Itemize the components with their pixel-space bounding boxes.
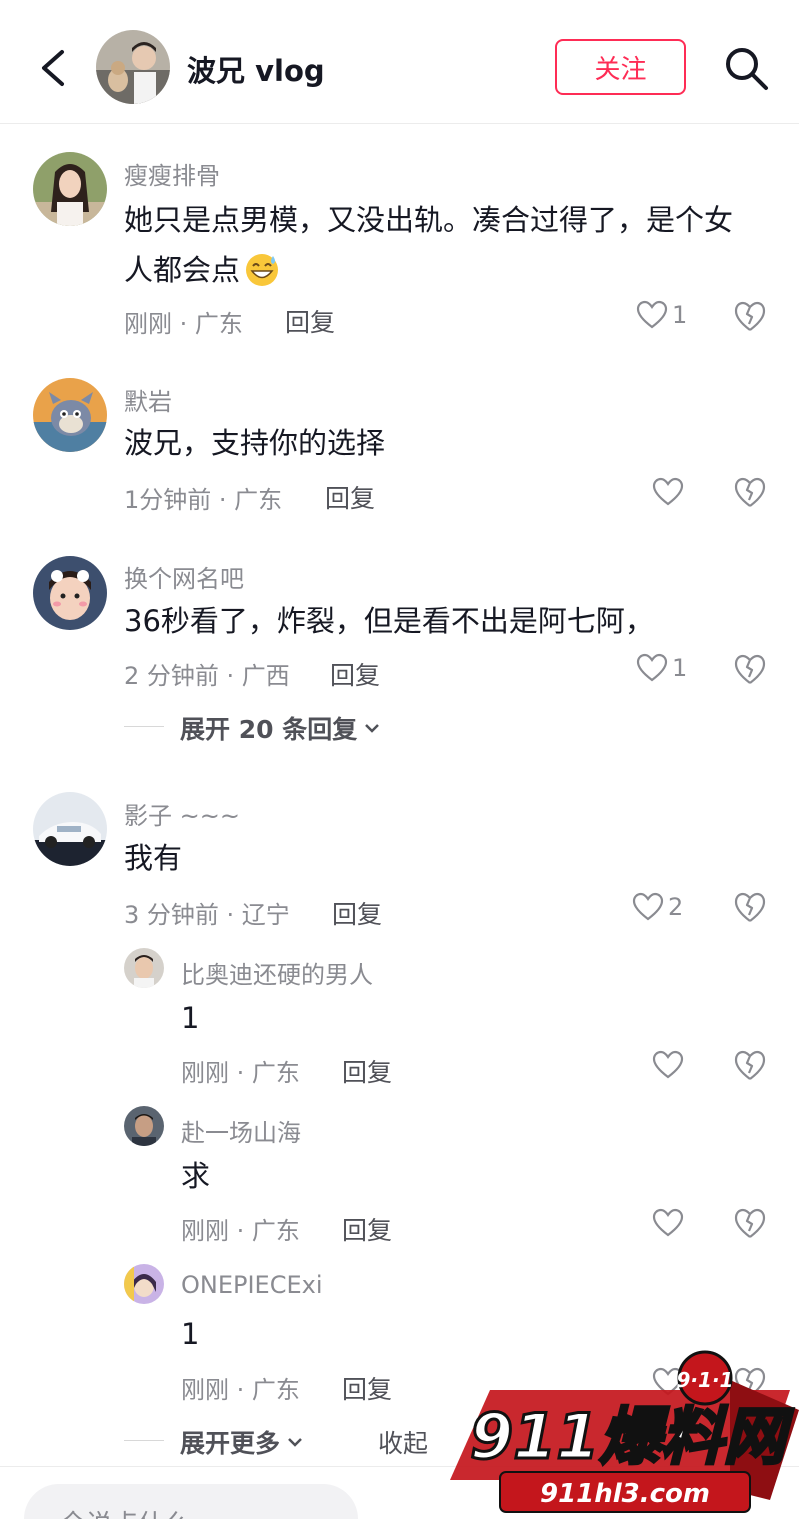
- like-button[interactable]: 2: [632, 892, 683, 922]
- reply-button[interactable]: 回复: [342, 1370, 392, 1406]
- avatar[interactable]: [33, 152, 107, 226]
- reply-meta: 刚刚 · 广东: [181, 1376, 300, 1404]
- like-button[interactable]: 1: [636, 653, 687, 683]
- broken-heart-icon[interactable]: [733, 653, 767, 687]
- heart-icon[interactable]: [652, 1208, 684, 1238]
- collapse-button[interactable]: 收起: [378, 1424, 428, 1460]
- comment-text: 36秒看了，炸裂，但是看不出是阿七阿，: [124, 604, 654, 638]
- avatar[interactable]: [124, 1264, 164, 1304]
- comment-username[interactable]: 默岩: [124, 382, 172, 417]
- author-name[interactable]: 波兄 vlog: [187, 48, 325, 90]
- author-avatar[interactable]: [96, 30, 170, 104]
- expand-replies-button[interactable]: 展开 20 条回复: [180, 710, 381, 746]
- comment-meta: 1分钟前 · 广东: [124, 486, 283, 514]
- reply-username[interactable]: ONEPIECExi: [181, 1271, 323, 1299]
- comment-meta: 刚刚 · 广东: [124, 310, 243, 338]
- reply-meta: 刚刚 · 广东: [181, 1059, 300, 1087]
- avatar[interactable]: [33, 556, 107, 630]
- like-count: 1: [672, 654, 688, 682]
- reply-button[interactable]: 回复: [330, 656, 380, 692]
- broken-heart-icon[interactable]: [733, 476, 767, 510]
- watermark-logo: 911爆料网 9·1·1 911hl3.com: [450, 1350, 799, 1513]
- watermark-badge: 9·1·1: [677, 1368, 734, 1392]
- divider: [124, 726, 164, 727]
- comment-username[interactable]: 影子 ~~~: [124, 796, 240, 831]
- reply-meta: 刚刚 · 广东: [181, 1217, 300, 1245]
- reply-button[interactable]: 回复: [332, 895, 382, 931]
- search-icon[interactable]: [722, 44, 770, 92]
- comment-meta: 3 分钟前 · 辽宁: [124, 901, 290, 929]
- reply-button[interactable]: 回复: [325, 479, 375, 515]
- comment-text-line: 人都会点: [124, 245, 733, 295]
- like-button[interactable]: 1: [636, 300, 687, 330]
- chevron-down-icon: [288, 1438, 302, 1447]
- expand-more-label: 展开更多: [180, 1429, 281, 1458]
- comment-username[interactable]: 换个网名吧: [124, 559, 244, 594]
- comment-text: 波兄，支持你的选择: [124, 426, 386, 460]
- reply-text: 求: [181, 1159, 211, 1193]
- avatar[interactable]: [124, 948, 164, 988]
- comment-text-line: 她只是点男模，又没出轨。凑合过得了，是个女: [124, 203, 734, 237]
- broken-heart-icon[interactable]: [733, 1207, 767, 1241]
- reply-username[interactable]: 赴一场山海: [181, 1113, 301, 1148]
- broken-heart-icon[interactable]: [733, 1049, 767, 1083]
- like-count: 2: [668, 893, 684, 921]
- heart-icon: [636, 653, 668, 682]
- reply-button[interactable]: 回复: [285, 303, 335, 339]
- heart-icon: [636, 300, 668, 329]
- reply-button[interactable]: 回复: [342, 1053, 392, 1089]
- broken-heart-icon[interactable]: [733, 891, 767, 925]
- heart-icon[interactable]: [652, 1050, 684, 1080]
- watermark-title: 911爆料网: [470, 1400, 794, 1473]
- grin-sweat-emoji-icon: [246, 254, 279, 286]
- comment-username[interactable]: 瘦瘦排骨: [124, 156, 220, 191]
- avatar[interactable]: [33, 792, 107, 866]
- reply-text: 1: [181, 1001, 200, 1035]
- expand-replies-label: 展开 20 条回复: [180, 715, 358, 744]
- heart-icon: [632, 892, 664, 921]
- follow-button[interactable]: 关注: [555, 39, 686, 95]
- comment-meta: 2 分钟前 · 广西: [124, 662, 290, 690]
- chevron-down-icon: [365, 724, 380, 733]
- avatar[interactable]: [33, 378, 107, 452]
- watermark-url: 911hl3.com: [540, 1479, 710, 1509]
- back-arrow-icon[interactable]: [36, 44, 72, 92]
- reply-text: 1: [181, 1317, 200, 1351]
- comment-text: 我有: [124, 841, 183, 875]
- heart-icon[interactable]: [652, 477, 684, 507]
- reply-button[interactable]: 回复: [342, 1211, 392, 1247]
- comment-input-placeholder: 全说点什么: [60, 1504, 190, 1519]
- comment-text-segment: 人都会点: [124, 253, 241, 287]
- like-count: 1: [672, 301, 688, 329]
- divider: [124, 1440, 164, 1441]
- top-bar: 波兄 vlog 关注: [0, 0, 799, 124]
- comment-text: 她只是点男模，又没出轨。凑合过得了，是个女 人都会点: [124, 195, 733, 295]
- broken-heart-icon[interactable]: [733, 300, 767, 334]
- reply-username[interactable]: 比奥迪还硬的男人: [181, 955, 373, 990]
- expand-more-button[interactable]: 展开更多: [180, 1424, 304, 1460]
- avatar[interactable]: [124, 1106, 164, 1146]
